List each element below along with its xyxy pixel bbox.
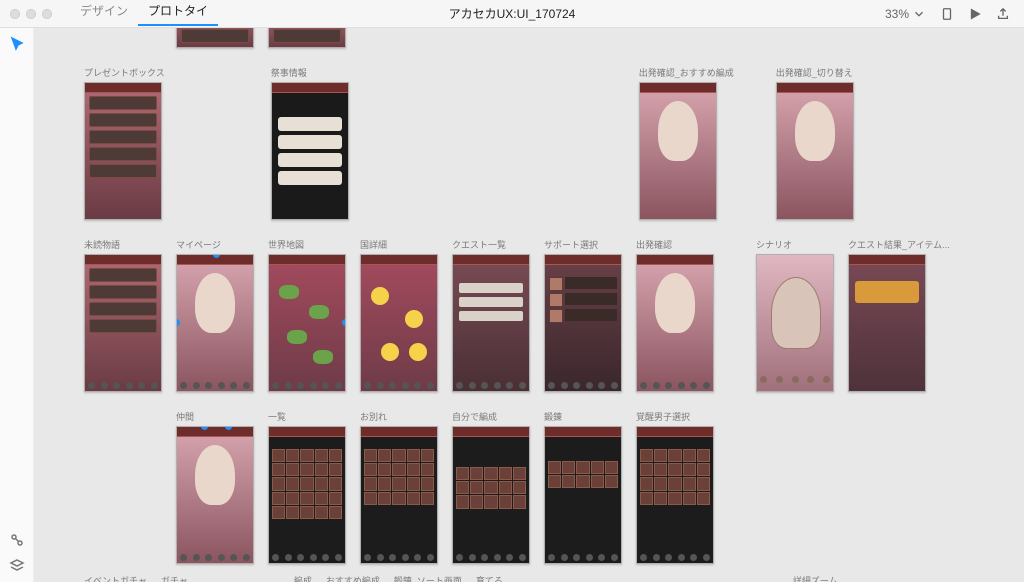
artboard-support[interactable]: サポート選択 bbox=[544, 238, 622, 392]
document-title: アカセカUX:UI_170724 bbox=[449, 5, 576, 22]
artboard-tanren[interactable]: 鍛錬 bbox=[544, 410, 622, 564]
artboard-gacha[interactable]: ガチャ bbox=[161, 574, 188, 582]
artboard-country[interactable]: 国詳細 bbox=[360, 238, 438, 392]
left-rail bbox=[0, 28, 34, 582]
artboard-label: 一覧 bbox=[268, 410, 346, 423]
play-icon[interactable] bbox=[968, 7, 982, 21]
close-dot[interactable] bbox=[10, 9, 20, 19]
artboard-label: シナリオ bbox=[756, 238, 834, 251]
artboard-label: サポート選択 bbox=[544, 238, 622, 251]
artboard-nakama[interactable]: 仲間 bbox=[176, 410, 254, 564]
tab-prototype[interactable]: プロトタイ bbox=[138, 2, 218, 26]
artboard-label: 出発確認_切り替え bbox=[776, 66, 854, 79]
canvas[interactable]: プレゼントボックス 祭事情報 出発確認_おすすめ編成 出発確認_切り替え bbox=[34, 28, 1024, 582]
pointer-icon[interactable] bbox=[9, 36, 25, 52]
artboard-sodateru[interactable]: 育てる bbox=[476, 574, 503, 582]
artboard-jibun-hensei[interactable]: 自分で編成 bbox=[452, 410, 530, 564]
chevron-down-icon bbox=[912, 7, 926, 21]
artboard-label: 国詳細 bbox=[360, 238, 438, 251]
mode-tabs: デザイン プロトタイ bbox=[70, 2, 218, 26]
artboard-label: クエスト一覧 bbox=[452, 238, 530, 251]
zoom-control[interactable]: 33% bbox=[885, 7, 926, 21]
artboard-label: イベントガチャ bbox=[84, 574, 147, 582]
artboard-label: 鍛錬_ソート画面 bbox=[394, 574, 462, 582]
right-controls: 33% bbox=[885, 7, 1024, 21]
share-icon[interactable] bbox=[996, 7, 1010, 21]
link-icon[interactable] bbox=[9, 532, 25, 548]
window-controls bbox=[0, 9, 52, 19]
artboard-list[interactable]: 一覧 bbox=[268, 410, 346, 564]
artboard-quest-result[interactable]: クエスト結果_アイテム... bbox=[848, 238, 950, 392]
artboard-quest-list[interactable]: クエスト一覧 bbox=[452, 238, 530, 392]
artboard-label: 編成 bbox=[294, 574, 312, 582]
artboard-label: 育てる bbox=[476, 574, 503, 582]
artboard-mypage[interactable]: マイページ bbox=[176, 238, 254, 392]
artboard-label: お別れ bbox=[360, 410, 438, 423]
artboard-label: 祭事情報 bbox=[271, 66, 349, 79]
artboard-label: おすすめ編成 bbox=[326, 574, 380, 582]
artboard-label: 出発確認 bbox=[636, 238, 714, 251]
minimize-dot[interactable] bbox=[26, 9, 36, 19]
artboard[interactable] bbox=[268, 28, 346, 48]
artboard-label: ガチャ bbox=[161, 574, 188, 582]
artboard-label: 覚醒男子選択 bbox=[636, 410, 714, 423]
artboard-owakare[interactable]: お別れ bbox=[360, 410, 438, 564]
artboard-label: プレゼントボックス bbox=[84, 66, 165, 79]
zoom-value: 33% bbox=[885, 7, 909, 21]
artboard-label: 自分で編成 bbox=[452, 410, 530, 423]
artboard-label: 鍛錬 bbox=[544, 410, 622, 423]
artboard-present-box[interactable]: プレゼントボックス bbox=[84, 66, 165, 220]
artboard-detail-zoom[interactable]: 詳細ズーム bbox=[793, 574, 838, 582]
artboard-label: 詳細ズーム bbox=[793, 574, 838, 582]
artboard-osusume-hensei[interactable]: おすすめ編成 bbox=[326, 574, 380, 582]
artboard-kakusei-select[interactable]: 覚醒男子選択 bbox=[636, 410, 714, 564]
artboard-unread[interactable]: 未読物語 bbox=[84, 238, 162, 392]
maximize-dot[interactable] bbox=[42, 9, 52, 19]
artboard-depart-switch[interactable]: 出発確認_切り替え bbox=[776, 66, 854, 220]
artboard-scenario[interactable]: シナリオ bbox=[756, 238, 834, 392]
artboard-event-info[interactable]: 祭事情報 bbox=[271, 66, 349, 220]
artboard-hensei[interactable]: 編成 bbox=[294, 574, 312, 582]
artboard-label: 世界地図 bbox=[268, 238, 346, 251]
device-icon[interactable] bbox=[940, 7, 954, 21]
layers-icon[interactable] bbox=[9, 558, 25, 574]
artboard-event-gacha[interactable]: イベントガチャ bbox=[84, 574, 147, 582]
artboard-label: マイページ bbox=[176, 238, 254, 251]
workspace: プレゼントボックス 祭事情報 出発確認_おすすめ編成 出発確認_切り替え bbox=[0, 28, 1024, 582]
artboard-label: クエスト結果_アイテム... bbox=[848, 238, 950, 251]
artboard-depart-suggest[interactable]: 出発確認_おすすめ編成 bbox=[639, 66, 734, 220]
titlebar: デザイン プロトタイ アカセカUX:UI_170724 33% bbox=[0, 0, 1024, 28]
artboard-container: プレゼントボックス 祭事情報 出発確認_おすすめ編成 出発確認_切り替え bbox=[84, 28, 984, 582]
artboard-label: 出発確認_おすすめ編成 bbox=[639, 66, 734, 79]
artboard-label: 仲間 bbox=[176, 410, 254, 423]
artboard-depart-confirm[interactable]: 出発確認 bbox=[636, 238, 714, 392]
artboard-world-map[interactable]: 世界地図 bbox=[268, 238, 346, 392]
artboard-label: 未読物語 bbox=[84, 238, 162, 251]
tab-design[interactable]: デザイン bbox=[70, 2, 138, 26]
artboard-tanren-sort[interactable]: 鍛錬_ソート画面 bbox=[394, 574, 462, 582]
artboard[interactable] bbox=[176, 28, 254, 48]
